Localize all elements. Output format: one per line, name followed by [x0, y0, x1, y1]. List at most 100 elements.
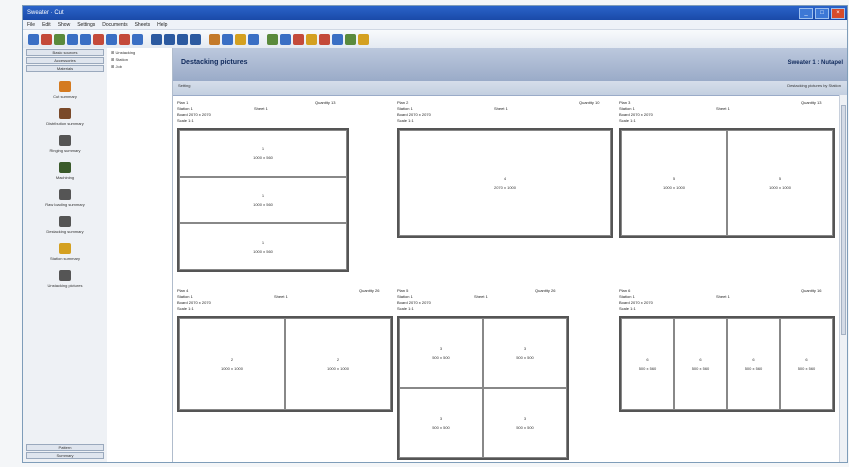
chart-icon[interactable] [132, 33, 143, 45]
board-piece[interactable]: 6 500 x 560 [674, 318, 727, 410]
nav-item-ringing-summary[interactable]: Ringing summary [23, 135, 107, 153]
plan-header: Plan 3 Quantity 13 Station 1 Sheet 1 Board 2… [619, 100, 835, 128]
piece-number: 2 [230, 357, 234, 362]
tool-icon[interactable] [306, 33, 317, 45]
nav-item-cut-summary[interactable]: Cut summary [23, 81, 107, 99]
board-piece[interactable]: 1 1000 x 560 [179, 223, 347, 270]
menu-item-documents[interactable]: Documents [102, 22, 127, 28]
tree-node[interactable]: ⊞ Unstacking [107, 48, 172, 55]
grid-icon[interactable] [54, 33, 65, 45]
last-icon[interactable] [190, 33, 201, 45]
plan-block: Plan 3 Quantity 13 Station 1 Sheet 1 Board 2… [619, 100, 835, 238]
cutting-board: 3 500 x 500 3 500 x 500 3 500 x 500 3 500 x 500 [397, 316, 569, 460]
cut-icon[interactable] [93, 33, 104, 45]
left-button-accessories[interactable]: Accessories [26, 57, 104, 64]
menu-item-settings[interactable]: Settings [77, 22, 95, 28]
cutting-board: 2 1000 x 1000 2 1000 x 1000 [177, 316, 393, 412]
plan-station: Station 1 [619, 106, 635, 111]
left-button-pattern[interactable]: Pattern [26, 444, 104, 451]
window-title: Sweater · Cut [27, 10, 64, 16]
plan-block: Plan 5 Quantity 26 Station 1 Sheet 1 Board 2… [397, 288, 569, 460]
board-piece[interactable]: 4 2070 x 1000 [399, 130, 611, 236]
settings-icon[interactable] [209, 33, 220, 45]
list-icon[interactable] [222, 33, 233, 45]
toolbar-separator [203, 34, 207, 45]
nav-item-machining[interactable]: Machining [23, 162, 107, 180]
piece-number: 3 [439, 346, 443, 351]
nav-label: Unstacking pictures [47, 283, 83, 288]
next-icon[interactable] [177, 33, 188, 45]
user-icon[interactable] [345, 33, 356, 45]
plan-quantity: Quantity 10 [579, 100, 600, 105]
help-icon[interactable] [235, 33, 246, 45]
nav-label: Ringing summary [49, 148, 81, 153]
menu-item-help[interactable]: Help [157, 22, 167, 28]
board-piece[interactable]: 5 1000 x 1000 [621, 130, 727, 236]
nav-item-station-summary[interactable]: Station summary [23, 243, 107, 261]
import-icon[interactable] [280, 33, 291, 45]
print-icon[interactable] [67, 33, 78, 45]
piece-number: 4 [503, 176, 507, 181]
left-button-basic-sources[interactable]: Basic sources [26, 49, 104, 56]
nav-item-unstacking-pictures[interactable]: Unstacking pictures [23, 270, 107, 288]
board-piece[interactable]: 3 500 x 500 [399, 388, 483, 458]
piece-size: 500 x 500 [516, 425, 534, 430]
color-icon[interactable] [293, 33, 304, 45]
layout-icon[interactable] [332, 33, 343, 45]
nav-item-distribution-summary[interactable]: Distribution summary [23, 108, 107, 126]
menu-item-sheets[interactable]: Sheets [135, 22, 151, 28]
plan-sheet: Sheet 1 [474, 294, 488, 299]
maximize-button[interactable]: □ [815, 7, 829, 19]
measure-icon[interactable] [319, 33, 330, 45]
board-piece[interactable]: 1 1000 x 560 [179, 176, 347, 224]
first-icon[interactable] [151, 33, 162, 45]
cutting-board: 4 2070 x 1000 [397, 128, 613, 238]
board-piece[interactable]: 2 1000 x 1000 [179, 318, 285, 410]
info-icon[interactable] [248, 33, 259, 45]
tree-node[interactable]: ⊞ Job [107, 62, 172, 69]
page-title: Destacking pictures [181, 59, 248, 66]
export-icon[interactable] [267, 33, 278, 45]
board-piece[interactable]: 6 500 x 560 [621, 318, 674, 410]
board-piece[interactable]: 6 500 x 560 [780, 318, 833, 410]
board-piece[interactable]: 6 500 x 560 [727, 318, 780, 410]
close-button[interactable]: × [831, 7, 845, 19]
left-button-summary[interactable]: Summary [26, 452, 104, 459]
board-piece[interactable]: 1 1000 x 560 [179, 130, 347, 177]
piece-number: 6 [646, 357, 649, 362]
nav-label: Destacking summary [46, 229, 84, 234]
star-icon[interactable] [358, 33, 369, 45]
board-piece[interactable]: 3 500 x 500 [483, 388, 567, 458]
board-piece[interactable]: 2 1000 x 1000 [285, 318, 391, 410]
piece-number: 6 [752, 357, 755, 362]
plan-block: Plan 2 Quantity 10 Station 1 Sheet 1 Board 2… [397, 100, 613, 238]
menu-item-show[interactable]: Show [58, 22, 71, 28]
plan-scale: Scale 1:1 [619, 118, 636, 123]
toolbar [23, 30, 847, 49]
piece-number: 1 [261, 239, 265, 245]
prev-icon[interactable] [164, 33, 175, 45]
cutting-board: 5 1000 x 1000 5 1000 x 1000 [619, 128, 835, 238]
nav-label: Raw loading summary [45, 202, 85, 207]
new-icon[interactable] [41, 33, 52, 45]
tree-node[interactable]: ⊞ Station [107, 55, 172, 62]
copy-icon[interactable] [80, 33, 91, 45]
piece-number: 1 [261, 192, 265, 198]
menu-item-edit[interactable]: Edit [42, 22, 51, 28]
plan-sheet: Sheet 1 [716, 294, 730, 299]
minimize-button[interactable]: _ [799, 7, 813, 19]
piece-size: 500 x 560 [797, 366, 816, 371]
board-piece[interactable]: 3 500 x 500 [483, 318, 567, 388]
vertical-scrollbar[interactable] [839, 95, 847, 462]
board-piece[interactable]: 3 500 x 500 [399, 318, 483, 388]
nav-item-material-loading-summary[interactable]: Raw loading summary [23, 189, 107, 207]
scrollbar-thumb[interactable] [841, 105, 846, 335]
left-button-materials[interactable]: Materials [26, 65, 104, 72]
nav-item-destacking-summary[interactable]: Destacking summary [23, 216, 107, 234]
menu-item-file[interactable]: File [27, 22, 35, 28]
search-icon[interactable] [106, 33, 117, 45]
board-piece[interactable]: 5 1000 x 1000 [727, 130, 833, 236]
report-icon[interactable] [119, 33, 130, 45]
nav-list: Cut summary Distribution summary Ringing s… [23, 81, 107, 288]
open-icon[interactable] [28, 33, 39, 45]
